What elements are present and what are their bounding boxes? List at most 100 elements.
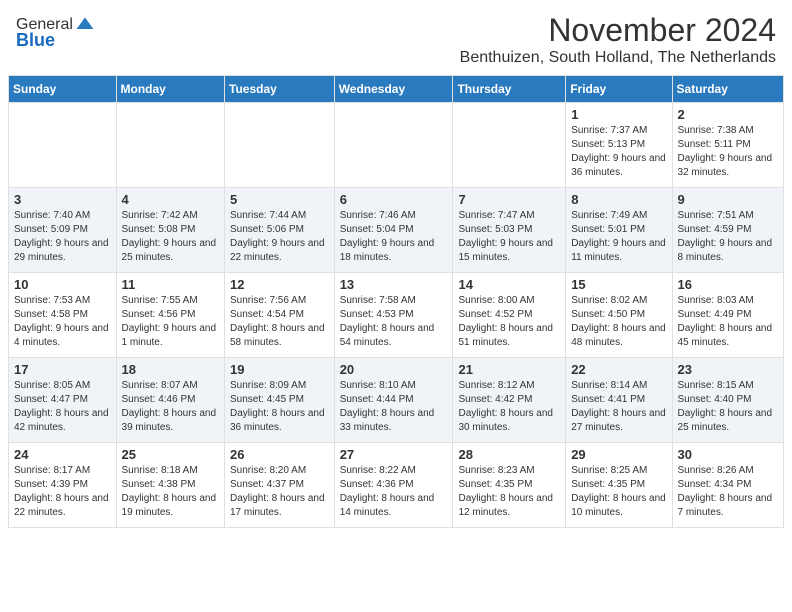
location-title: Benthuizen, South Holland, The Netherlan… — [95, 49, 776, 67]
day-info: Sunrise: 7:47 AM Sunset: 5:03 PM Dayligh… — [458, 209, 560, 265]
day-info: Sunrise: 8:23 AM Sunset: 4:35 PM Dayligh… — [458, 464, 560, 520]
day-number: 8 — [571, 192, 666, 207]
weekday-header-thursday: Thursday — [453, 76, 566, 103]
calendar-cell: 18Sunrise: 8:07 AM Sunset: 4:46 PM Dayli… — [116, 358, 224, 443]
calendar-cell: 1 Sunrise: 7:37 AM Sunset: 5:13 PM Daylig… — [566, 103, 672, 188]
calendar-cell: 14Sunrise: 8:00 AM Sunset: 4:52 PM Dayli… — [453, 273, 566, 358]
weekday-header-friday: Friday — [566, 76, 672, 103]
calendar-cell: 20 Sunrise: 8:10 AM Sunset: 4:44 PM Dayli… — [334, 358, 453, 443]
day-info: Sunrise: 7:58 AM Sunset: 4:53 PM Dayligh… — [340, 294, 448, 350]
day-number: 22 — [571, 362, 666, 377]
calendar-cell: 13 Sunrise: 7:58 AM Sunset: 4:53 PM Dayli… — [334, 273, 453, 358]
weekday-header-saturday: Saturday — [672, 76, 783, 103]
weekday-row: SundayMondayTuesdayWednesdayThursdayFrid… — [9, 76, 784, 103]
calendar-cell: 8Sunrise: 7:49 AM Sunset: 5:01 PM Daylig… — [566, 188, 672, 273]
day-number: 30 — [678, 447, 778, 462]
day-number: 26 — [230, 447, 329, 462]
calendar-cell: 5 Sunrise: 7:44 AM Sunset: 5:06 PM Daylig… — [225, 188, 335, 273]
day-number: 10 — [14, 277, 111, 292]
weekday-header-wednesday: Wednesday — [334, 76, 453, 103]
day-info: Sunrise: 8:18 AM Sunset: 4:38 PM Dayligh… — [122, 464, 219, 520]
day-info: Sunrise: 8:17 AM Sunset: 4:39 PM Dayligh… — [14, 464, 111, 520]
calendar-cell: 23Sunrise: 8:15 AM Sunset: 4:40 PM Dayli… — [672, 358, 783, 443]
day-number: 29 — [571, 447, 666, 462]
day-info: Sunrise: 7:51 AM Sunset: 4:59 PM Dayligh… — [678, 209, 778, 265]
day-number: 2 — [678, 107, 778, 122]
day-number: 16 — [678, 277, 778, 292]
logo: General Blue — [16, 16, 95, 51]
day-number: 9 — [678, 192, 778, 207]
calendar-header: SundayMondayTuesdayWednesdayThursdayFrid… — [9, 76, 784, 103]
day-info: Sunrise: 7:46 AM Sunset: 5:04 PM Dayligh… — [340, 209, 448, 265]
day-number: 20 — [340, 362, 448, 377]
day-info: Sunrise: 8:20 AM Sunset: 4:37 PM Dayligh… — [230, 464, 329, 520]
week-row-1: 1 Sunrise: 7:37 AM Sunset: 5:13 PM Daylig… — [9, 103, 784, 188]
calendar-cell: 3 Sunrise: 7:40 AM Sunset: 5:09 PM Daylig… — [9, 188, 117, 273]
day-info: Sunrise: 8:02 AM Sunset: 4:50 PM Dayligh… — [571, 294, 666, 350]
calendar-cell: 16 Sunrise: 8:03 AM Sunset: 4:49 PM Dayli… — [672, 273, 783, 358]
day-info: Sunrise: 7:37 AM Sunset: 5:13 PM Dayligh… — [571, 124, 666, 180]
calendar-cell: 30 Sunrise: 8:26 AM Sunset: 4:34 PM Dayli… — [672, 443, 783, 528]
day-number: 7 — [458, 192, 560, 207]
day-number: 4 — [122, 192, 219, 207]
calendar-cell — [225, 103, 335, 188]
day-info: Sunrise: 7:44 AM Sunset: 5:06 PM Dayligh… — [230, 209, 329, 265]
calendar-cell: 21Sunrise: 8:12 AM Sunset: 4:42 PM Dayli… — [453, 358, 566, 443]
logo-icon — [75, 14, 95, 34]
day-number: 5 — [230, 192, 329, 207]
month-title: November 2024 — [95, 12, 776, 49]
calendar-cell: 26 Sunrise: 8:20 AM Sunset: 4:37 PM Dayli… — [225, 443, 335, 528]
weekday-header-sunday: Sunday — [9, 76, 117, 103]
calendar-cell: 11 Sunrise: 7:55 AM Sunset: 4:56 PM Dayli… — [116, 273, 224, 358]
day-info: Sunrise: 7:40 AM Sunset: 5:09 PM Dayligh… — [14, 209, 111, 265]
day-number: 24 — [14, 447, 111, 462]
day-number: 12 — [230, 277, 329, 292]
day-info: Sunrise: 8:10 AM Sunset: 4:44 PM Dayligh… — [340, 379, 448, 435]
day-info: Sunrise: 7:56 AM Sunset: 4:54 PM Dayligh… — [230, 294, 329, 350]
day-info: Sunrise: 8:03 AM Sunset: 4:49 PM Dayligh… — [678, 294, 778, 350]
day-number: 28 — [458, 447, 560, 462]
day-info: Sunrise: 7:55 AM Sunset: 4:56 PM Dayligh… — [122, 294, 219, 350]
week-row-3: 10Sunrise: 7:53 AM Sunset: 4:58 PM Dayli… — [9, 273, 784, 358]
day-number: 19 — [230, 362, 329, 377]
day-info: Sunrise: 8:15 AM Sunset: 4:40 PM Dayligh… — [678, 379, 778, 435]
calendar-cell: 2 Sunrise: 7:38 AM Sunset: 5:11 PM Daylig… — [672, 103, 783, 188]
calendar-cell: 28 Sunrise: 8:23 AM Sunset: 4:35 PM Dayli… — [453, 443, 566, 528]
weekday-header-tuesday: Tuesday — [225, 76, 335, 103]
day-number: 18 — [122, 362, 219, 377]
calendar-cell: 29 Sunrise: 8:25 AM Sunset: 4:35 PM Dayli… — [566, 443, 672, 528]
day-number: 17 — [14, 362, 111, 377]
day-info: Sunrise: 8:09 AM Sunset: 4:45 PM Dayligh… — [230, 379, 329, 435]
calendar-cell — [116, 103, 224, 188]
header: General Blue November 2024 Benthuizen, S… — [0, 0, 792, 75]
calendar-cell: 10Sunrise: 7:53 AM Sunset: 4:58 PM Dayli… — [9, 273, 117, 358]
calendar-cell: 17Sunrise: 8:05 AM Sunset: 4:47 PM Dayli… — [9, 358, 117, 443]
calendar-cell: 24 Sunrise: 8:17 AM Sunset: 4:39 PM Dayli… — [9, 443, 117, 528]
day-number: 13 — [340, 277, 448, 292]
day-number: 25 — [122, 447, 219, 462]
calendar-cell: 12 Sunrise: 7:56 AM Sunset: 4:54 PM Dayli… — [225, 273, 335, 358]
day-number: 11 — [122, 277, 219, 292]
calendar-cell: 19 Sunrise: 8:09 AM Sunset: 4:45 PM Dayli… — [225, 358, 335, 443]
day-info: Sunrise: 8:26 AM Sunset: 4:34 PM Dayligh… — [678, 464, 778, 520]
day-info: Sunrise: 8:25 AM Sunset: 4:35 PM Dayligh… — [571, 464, 666, 520]
calendar-wrapper: SundayMondayTuesdayWednesdayThursdayFrid… — [0, 75, 792, 536]
calendar-cell: 15Sunrise: 8:02 AM Sunset: 4:50 PM Dayli… — [566, 273, 672, 358]
calendar-cell: 9 Sunrise: 7:51 AM Sunset: 4:59 PM Daylig… — [672, 188, 783, 273]
day-number: 3 — [14, 192, 111, 207]
day-number: 6 — [340, 192, 448, 207]
week-row-4: 17Sunrise: 8:05 AM Sunset: 4:47 PM Dayli… — [9, 358, 784, 443]
day-info: Sunrise: 8:22 AM Sunset: 4:36 PM Dayligh… — [340, 464, 448, 520]
calendar-table: SundayMondayTuesdayWednesdayThursdayFrid… — [8, 75, 784, 528]
day-number: 21 — [458, 362, 560, 377]
day-info: Sunrise: 7:38 AM Sunset: 5:11 PM Dayligh… — [678, 124, 778, 180]
day-number: 1 — [571, 107, 666, 122]
day-info: Sunrise: 8:14 AM Sunset: 4:41 PM Dayligh… — [571, 379, 666, 435]
day-number: 27 — [340, 447, 448, 462]
calendar-cell: 4Sunrise: 7:42 AM Sunset: 5:08 PM Daylig… — [116, 188, 224, 273]
day-info: Sunrise: 8:00 AM Sunset: 4:52 PM Dayligh… — [458, 294, 560, 350]
calendar-cell — [453, 103, 566, 188]
calendar-cell: 27 Sunrise: 8:22 AM Sunset: 4:36 PM Dayli… — [334, 443, 453, 528]
calendar-cell: 7 Sunrise: 7:47 AM Sunset: 5:03 PM Daylig… — [453, 188, 566, 273]
calendar-cell — [9, 103, 117, 188]
